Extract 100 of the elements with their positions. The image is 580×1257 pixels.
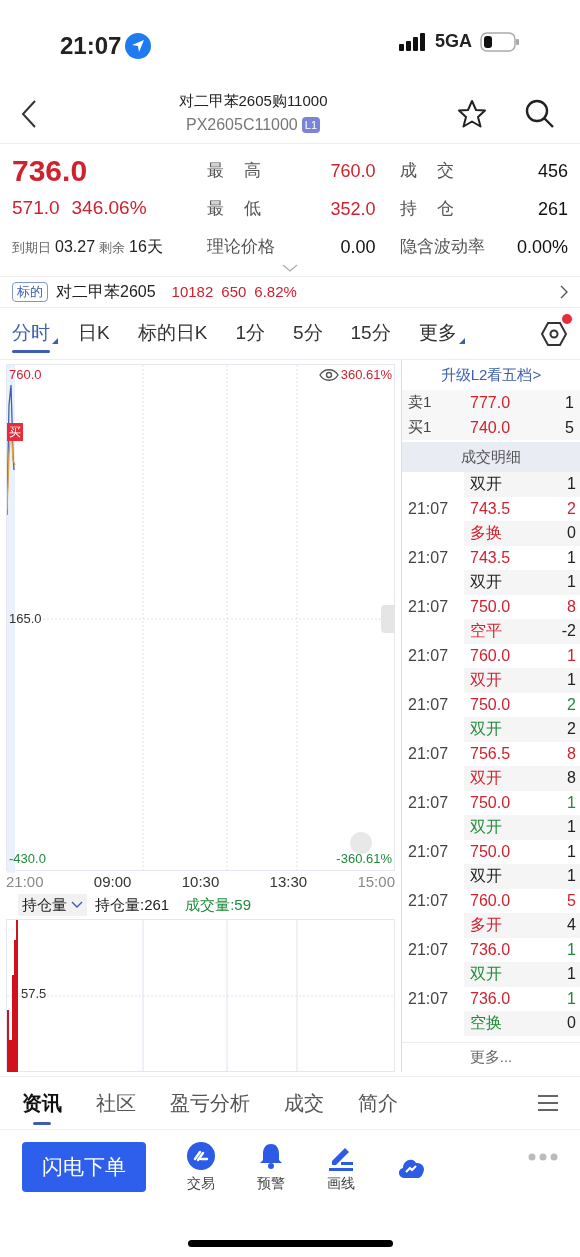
toolbar-action[interactable]: 交易 [186, 1140, 216, 1194]
trade-price: 756.5 [470, 743, 511, 764]
chart-tab[interactable]: 更多 [418, 308, 465, 359]
change-percent: 346.06% [71, 196, 147, 220]
stat-label: 最 高 [207, 160, 262, 183]
position-change: 1 [567, 817, 576, 838]
time-label: 10:30 [181, 872, 220, 893]
trade-volume: 2 [567, 694, 576, 715]
contract-code: PX2605C11000 [185, 114, 298, 135]
collapse-handle[interactable] [381, 605, 395, 633]
volume-value: 成交量:59 [185, 894, 252, 915]
order-volume: 5 [565, 417, 574, 438]
info-tab[interactable]: 社区 [96, 1077, 136, 1129]
indicator-select[interactable]: 持仓量 [18, 893, 87, 917]
time-label: 21:00 [6, 872, 44, 893]
time-label: 13:30 [269, 872, 308, 893]
trade-volume: 1 [567, 841, 576, 862]
toolbar-action[interactable]: 预警 [256, 1140, 286, 1194]
trade-time: 21:07 [408, 547, 450, 568]
order-volume: 1 [565, 392, 574, 413]
stat-label: 最 低 [207, 198, 262, 221]
search-button[interactable] [524, 97, 556, 130]
last-price: 736.0 [12, 153, 89, 189]
position-change: 1 [567, 964, 576, 985]
chart-tab[interactable]: 15分 [350, 308, 399, 359]
trade-type: 双开 [470, 817, 502, 838]
expiry-date: 03.27 [55, 236, 96, 257]
expand-icon [282, 264, 298, 272]
chart-tab[interactable]: 1分 [235, 308, 273, 359]
upgrade-link[interactable]: 升级L2看五档> [402, 360, 580, 390]
chevron-right-icon [560, 285, 568, 299]
trade-price: 750.0 [470, 841, 511, 862]
chart-tab[interactable]: 标的日K [137, 308, 216, 359]
position-change: 1 [567, 572, 576, 593]
order-level-label: 卖1 [408, 392, 433, 413]
search-icon [524, 97, 556, 130]
position-change: 2 [567, 719, 576, 740]
network-label: 5GA [435, 30, 472, 53]
stat-value: 0.00 [340, 235, 376, 259]
trade-price: 736.0 [470, 988, 511, 1009]
order-price: 740.0 [470, 417, 511, 438]
star-icon [456, 97, 488, 130]
stat-value: 261 [537, 197, 568, 221]
settings-icon[interactable] [540, 319, 568, 348]
info-tab[interactable]: 成交 [284, 1077, 324, 1129]
axis-label: -430.0 [9, 849, 46, 868]
info-tab[interactable]: 简介 [358, 1077, 398, 1129]
trade-volume: 1 [567, 547, 576, 568]
chart-tab[interactable]: 5分 [292, 308, 331, 359]
trade-type: 多换 [470, 523, 502, 544]
toolbar-action[interactable]: 画线 [326, 1140, 356, 1194]
trade-volume: 1 [567, 645, 576, 666]
info-tab[interactable]: 盈亏分析 [170, 1077, 250, 1129]
info-tab[interactable]: 资讯 [22, 1077, 62, 1129]
menu-icon[interactable] [538, 1095, 558, 1111]
chevron-down-icon [71, 900, 83, 909]
trade-price: 750.0 [470, 694, 511, 715]
position-change: 1 [567, 670, 576, 691]
trade-type: 空平 [470, 621, 502, 642]
trade-price: 760.0 [470, 890, 511, 911]
location-icon [125, 33, 152, 59]
back-icon [20, 98, 38, 129]
quick-order-button[interactable]: 闪电下单 [22, 1142, 146, 1192]
status-time: 21:07 [60, 31, 122, 61]
position-change: 0 [567, 523, 576, 544]
axis-label: -360.61% [336, 849, 392, 868]
battery-icon [480, 31, 520, 52]
trade-type: 双开 [470, 964, 502, 985]
time-label: 09:00 [93, 872, 132, 893]
stat-value: 760.0 [330, 159, 376, 183]
underlying-name: 对二甲苯2605 [56, 282, 156, 302]
axis-label: 165.0 [9, 610, 42, 628]
trade-type: 多开 [470, 915, 502, 936]
position-change: 1 [567, 474, 576, 495]
underlying-change-percent: 6.82% [254, 281, 297, 302]
stat-value: 0.00% [516, 235, 568, 259]
trade-price: 750.0 [470, 792, 511, 813]
chart-tab[interactable]: 日K [78, 308, 118, 359]
open-interest-value: 持仓量:261 [95, 894, 170, 915]
favorite-button[interactable] [456, 97, 488, 130]
trade-icon [186, 1140, 216, 1171]
more-link[interactable]: 更多... [402, 1041, 580, 1072]
position-change: 8 [567, 768, 576, 789]
remain-label: 剩余 [99, 238, 126, 257]
trade-type: 双开 [470, 572, 502, 593]
trade-volume: 5 [567, 890, 576, 911]
trade-time: 21:07 [408, 841, 450, 862]
position-change: -2 [561, 621, 576, 642]
trade-type: 双开 [470, 474, 502, 495]
trade-volume: 1 [567, 792, 576, 813]
time-label: 15:00 [357, 872, 395, 893]
level-badge: L1 [301, 116, 320, 133]
trade-time: 21:07 [408, 890, 450, 911]
underlying-price: 10182 [171, 281, 214, 302]
chart-tab[interactable]: 分时 [12, 308, 58, 359]
more-dots-icon[interactable] [528, 1153, 558, 1161]
stat-label: 隐含波动率 [399, 236, 485, 259]
trade-time: 21:07 [408, 645, 450, 666]
stat-value: 456 [537, 159, 568, 183]
eye-icon[interactable] [318, 367, 339, 382]
